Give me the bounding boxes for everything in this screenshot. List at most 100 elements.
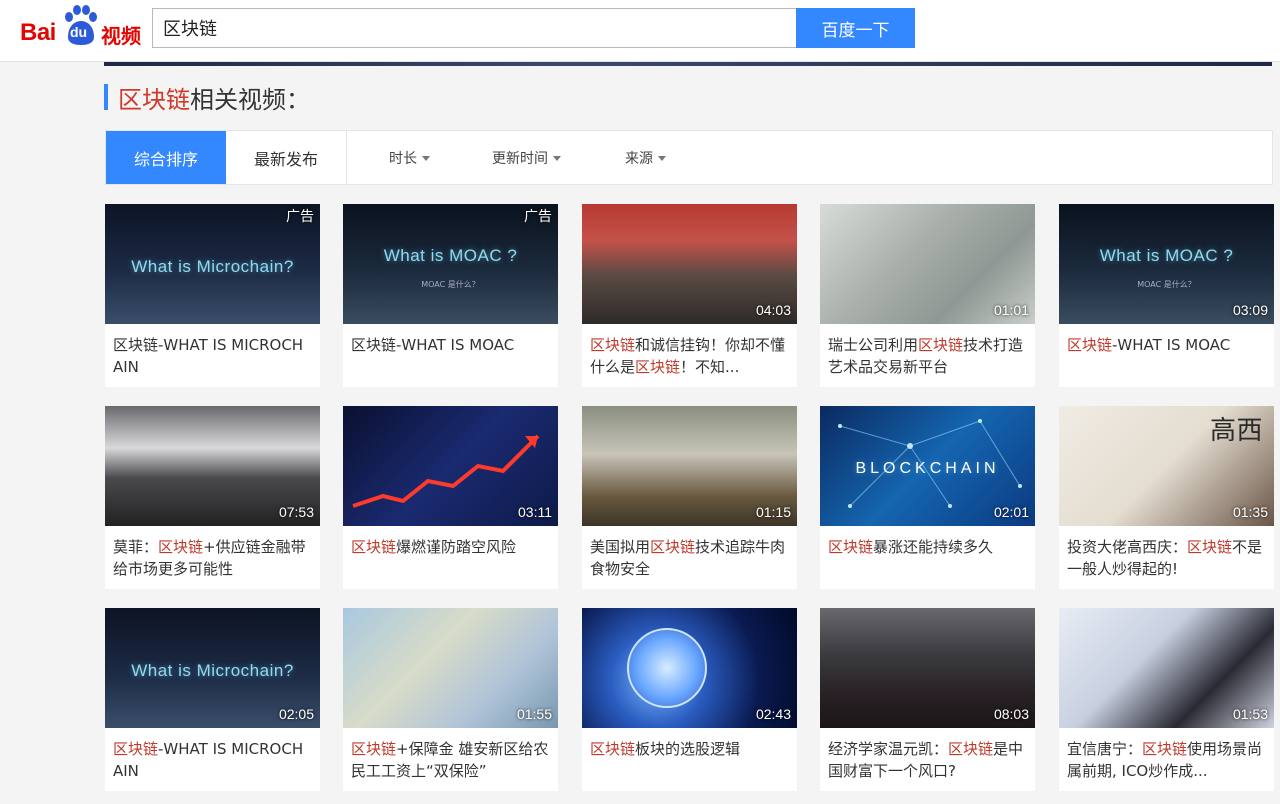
thumbnail-text: 高西	[1209, 416, 1263, 446]
video-title[interactable]: 区块链板块的选股逻辑	[590, 738, 790, 760]
tab-label: 综合排序	[133, 149, 198, 169]
thumbnail-subtext: MOAC 是什么？	[421, 280, 480, 289]
keyword-highlight: 区块链	[590, 336, 636, 354]
caret-down-icon	[422, 156, 430, 161]
video-thumbnail[interactable]: 01:15	[582, 406, 797, 526]
video-title[interactable]: 莫菲：区块链+供应链金融带给市场更多可能性	[113, 536, 313, 580]
title-suffix: 相关视频：	[190, 85, 310, 114]
search-input[interactable]	[152, 8, 796, 48]
video-card[interactable]: 07:53 莫菲：区块链+供应链金融带给市场更多可能性	[105, 406, 320, 589]
video-title[interactable]: 区块链+保障金 雄安新区给农民工工资上“双保险”	[351, 738, 551, 782]
video-duration: 03:09	[1232, 302, 1268, 318]
video-duration: 01:53	[1232, 706, 1268, 722]
thumbnail-text: What is Microchain?	[131, 257, 294, 276]
title-text: 区块链-WHAT IS MOAC	[351, 336, 515, 354]
dropdown-label: 更新时间	[492, 150, 548, 167]
video-title[interactable]: 宜信唐宁：区块链使用场景尚属前期, ICO炒作成...	[1067, 738, 1267, 782]
video-title[interactable]: 投资大佬高西庆：区块链不是一般人炒得起的!	[1067, 536, 1267, 580]
video-duration: 02:05	[278, 706, 314, 722]
title-text: 板块的选股逻辑	[635, 740, 741, 758]
keyword-highlight: 区块链	[650, 538, 696, 556]
video-duration: 02:01	[993, 504, 1029, 520]
thumbnail-subtext: MOAC 是什么？	[1137, 280, 1196, 289]
title-text: ！不知...	[680, 358, 740, 376]
video-card[interactable]: 04:03 区块链和诚信挂钩！你却不懂什么是区块链！不知...	[582, 204, 797, 387]
video-thumbnail[interactable]: 01:01	[820, 204, 1035, 324]
title-text: 美国拟用	[590, 538, 651, 556]
keyword-highlight: 区块链	[1142, 740, 1188, 758]
title-text: 莫菲：	[113, 538, 159, 556]
title-text: 投资大佬高西庆：	[1067, 538, 1188, 556]
video-card[interactable]: What is Microchain? 广告区块链-WHAT IS MICROCH…	[105, 204, 320, 387]
video-title[interactable]: 区块链-WHAT IS MOAC	[1067, 334, 1267, 356]
video-duration: 08:03	[993, 706, 1029, 722]
video-duration: 01:55	[516, 706, 552, 722]
video-duration: 01:01	[993, 302, 1029, 318]
video-thumbnail[interactable]: 01:55	[343, 608, 558, 728]
keyword-highlight: 区块链	[918, 336, 964, 354]
video-thumbnail[interactable]: 01:53	[1059, 608, 1274, 728]
keyword-highlight: 区块链	[113, 740, 159, 758]
video-card[interactable]: What is Microchain? 02:05 区块链-WHAT IS MICR…	[105, 608, 320, 791]
title-text: -WHAT IS MOAC	[1112, 336, 1231, 354]
keyword-highlight: 区块链	[590, 740, 636, 758]
video-card[interactable]: 高西 01:35 投资大佬高西庆：区块链不是一般人炒得起的!	[1059, 406, 1274, 589]
keyword-highlight: 区块链	[1187, 538, 1233, 556]
video-title[interactable]: 区块链暴涨还能持续多久	[828, 536, 1028, 558]
video-title[interactable]: 瑞士公司利用区块链技术打造艺术品交易新平台	[828, 334, 1028, 378]
video-card[interactable]: 01:53 宜信唐宁：区块链使用场景尚属前期, ICO炒作成...	[1059, 608, 1274, 791]
video-title[interactable]: 区块链和诚信挂钩！你却不懂什么是区块链！不知...	[590, 334, 790, 378]
video-thumbnail[interactable]: 03:11	[343, 406, 558, 526]
baidu-video-logo[interactable]: Bai du 视频	[18, 5, 144, 49]
dropdown-source[interactable]: 来源	[625, 131, 666, 184]
dropdown-duration[interactable]: 时长	[389, 131, 430, 184]
video-title[interactable]: 美国拟用区块链技术追踪牛肉食物安全	[590, 536, 790, 580]
video-card[interactable]: 01:15 美国拟用区块链技术追踪牛肉食物安全	[582, 406, 797, 589]
search-button[interactable]: 百度一下	[796, 8, 915, 48]
video-title[interactable]: 区块链-WHAT IS MICROCHAIN	[113, 738, 313, 782]
video-thumbnail[interactable]: What is MOAC ? MOAC 是什么？ 广告	[343, 204, 558, 324]
keyword-highlight: 区块链	[828, 538, 874, 556]
video-card[interactable]: 02:43 区块链板块的选股逻辑	[582, 608, 797, 791]
video-thumbnail[interactable]: 高西 01:35	[1059, 406, 1274, 526]
video-thumbnail[interactable]: 07:53	[105, 406, 320, 526]
video-thumbnail[interactable]: 02:43	[582, 608, 797, 728]
video-card[interactable]: 08:03 经济学家温元凯：区块链是中国财富下一个风口?	[820, 608, 1035, 791]
keyword-highlight: 区块链	[1067, 336, 1113, 354]
tab-label: 最新发布	[253, 149, 318, 169]
dropdown-label: 时长	[389, 150, 417, 167]
caret-down-icon	[553, 156, 561, 161]
tab-latest-release[interactable]: 最新发布	[226, 131, 347, 184]
video-card[interactable]: BLOCKCHAIN 02:01 区块链暴涨还能持续多久	[820, 406, 1035, 589]
tab-comprehensive-sort[interactable]: 综合排序	[106, 131, 226, 184]
title-text: 暴涨还能持续多久	[873, 538, 994, 556]
thumbnail-text: What is MOAC ?	[1099, 246, 1234, 265]
video-card[interactable]: What is MOAC ? MOAC 是什么？ 03:09 区块链-WHAT IS …	[1059, 204, 1274, 387]
video-title[interactable]: 经济学家温元凯：区块链是中国财富下一个风口?	[828, 738, 1028, 782]
logo-bai-text: Bai	[20, 19, 56, 46]
thumbnail-text: What is Microchain?	[131, 661, 294, 680]
title-text: 经济学家温元凯：	[828, 740, 949, 758]
logo-video-text: 视频	[101, 24, 141, 48]
video-thumbnail[interactable]: What is Microchain? 广告	[105, 204, 320, 324]
video-title[interactable]: 区块链-WHAT IS MOAC	[351, 334, 551, 356]
video-thumbnail[interactable]: 08:03	[820, 608, 1035, 728]
video-card[interactable]: 03:11 区块链爆燃谨防踏空风险	[343, 406, 558, 589]
ad-badge: 广告	[524, 209, 552, 225]
video-thumbnail[interactable]: BLOCKCHAIN 02:01	[820, 406, 1035, 526]
dropdown-label: 来源	[625, 150, 653, 167]
keyword-highlight: 区块链	[351, 740, 397, 758]
video-thumbnail[interactable]: What is MOAC ? MOAC 是什么？ 03:09	[1059, 204, 1274, 324]
dropdown-update-time[interactable]: 更新时间	[492, 131, 561, 184]
video-card[interactable]: 01:01 瑞士公司利用区块链技术打造艺术品交易新平台	[820, 204, 1035, 387]
title-text: 瑞士公司利用	[828, 336, 919, 354]
video-card[interactable]: 01:55 区块链+保障金 雄安新区给农民工工资上“双保险”	[343, 608, 558, 791]
video-title[interactable]: 区块链-WHAT IS MICROCHAIN	[113, 334, 313, 378]
video-thumbnail[interactable]: What is Microchain? 02:05	[105, 608, 320, 728]
video-card[interactable]: What is MOAC ? MOAC 是什么？ 广告 区块链-WHAT IS MOA…	[343, 204, 558, 387]
ad-badge: 广告	[286, 209, 314, 225]
video-thumbnail[interactable]: 04:03	[582, 204, 797, 324]
logo-du-text: du	[70, 24, 88, 40]
video-title[interactable]: 区块链爆燃谨防踏空风险	[351, 536, 551, 558]
bitcoin-coin-graphic	[627, 628, 707, 708]
